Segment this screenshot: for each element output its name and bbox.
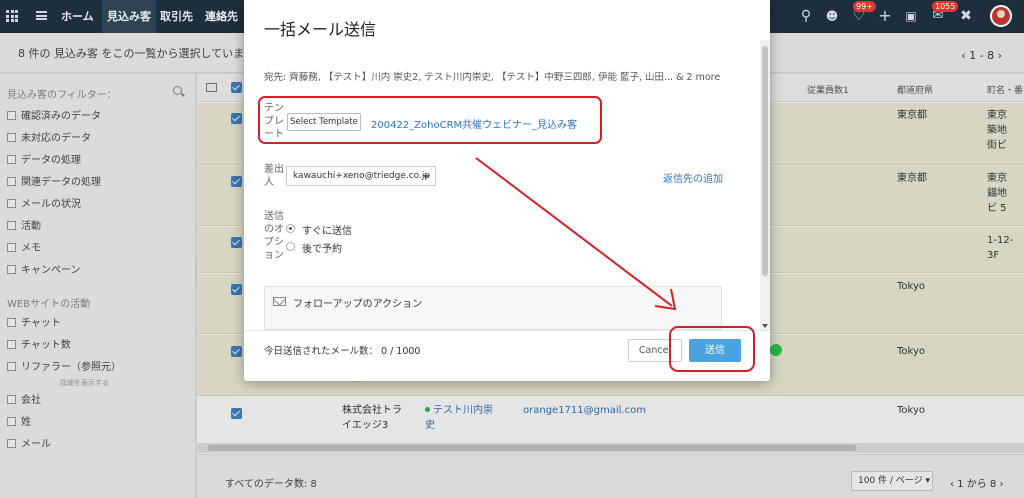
arrow-line	[475, 157, 673, 307]
annotation-arrow	[475, 157, 677, 311]
